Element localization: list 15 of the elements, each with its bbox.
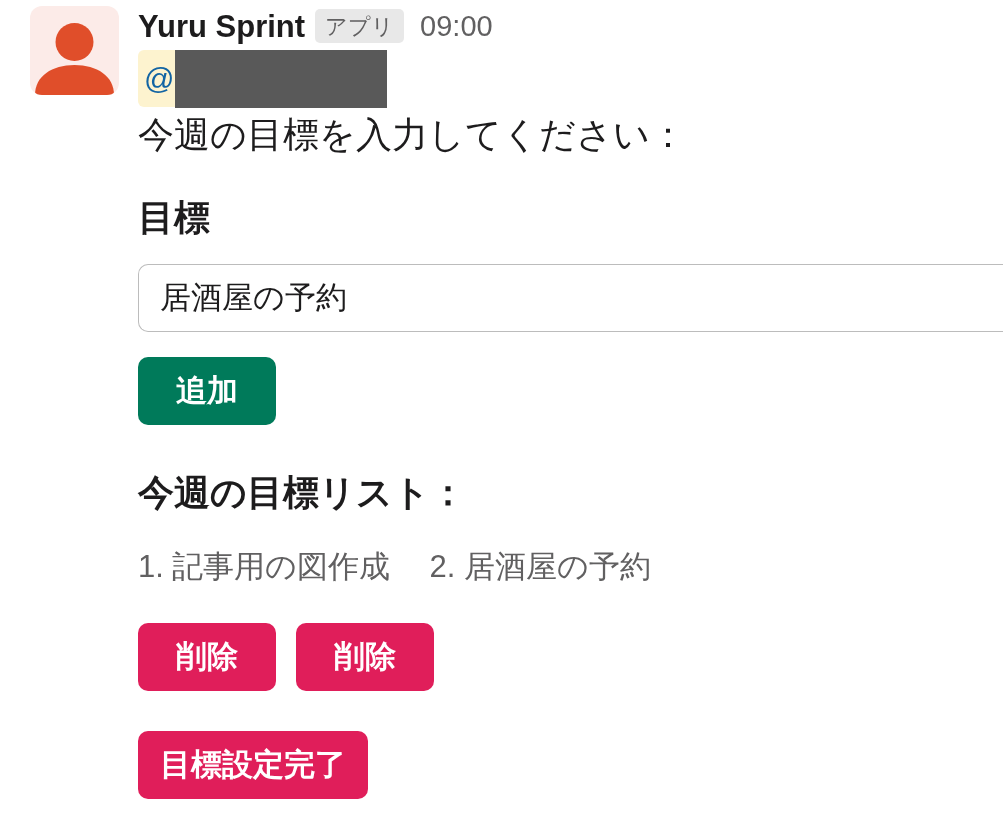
add-button[interactable]: 追加 <box>138 357 276 425</box>
sender-name[interactable]: Yuru Sprint <box>138 10 306 42</box>
list-heading: 今週の目標リスト： <box>138 471 466 515</box>
app-badge: アプリ <box>315 9 405 43</box>
avatar-icon <box>30 6 119 95</box>
text-input[interactable]: 居酒屋の予約 <box>138 264 1003 332</box>
finish-button[interactable]: 目標設定完了 <box>138 731 368 799</box>
delete-button[interactable]: 削除 <box>296 623 434 691</box>
delete-button[interactable]: 削除 <box>138 623 276 691</box>
message-text: 今週の目標を入力してください： <box>138 113 686 157</box>
list-item: 1. 記事用の図作成 <box>138 548 391 586</box>
mention-tag[interactable]: @ <box>138 50 176 107</box>
timestamp[interactable]: 09:00 <box>420 11 493 41</box>
list-item: 2. 居酒屋の予約 <box>429 548 651 586</box>
field-label: 目標 <box>138 196 210 240</box>
